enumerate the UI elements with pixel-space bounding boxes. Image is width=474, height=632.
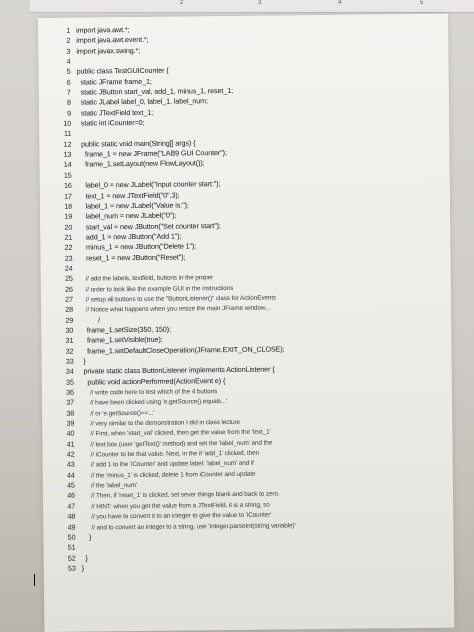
line-number: 36 [66, 387, 74, 397]
line-number: 5 [66, 67, 71, 77]
line-number: 17 [64, 191, 72, 201]
line-number: 1 [66, 25, 71, 35]
line-number: 27 [65, 294, 73, 304]
line-number: 10 [63, 118, 72, 128]
line-number: 53 [67, 563, 76, 573]
line-number: 6 [66, 77, 71, 87]
line-number: 50 [67, 532, 76, 542]
line-number: 34 [65, 366, 74, 377]
line-number: 12 [63, 139, 72, 149]
line-number: 52 [67, 553, 76, 563]
line-number: 45 [67, 480, 75, 490]
line-number: 39 [66, 418, 75, 428]
line-number: 8 [66, 98, 71, 108]
code-text: import java.awt.*; [76, 25, 130, 35]
line-number: 30 [65, 325, 74, 335]
code-text: } [81, 553, 88, 563]
line-number: 11 [63, 129, 72, 139]
code-text: / [79, 314, 101, 325]
line-number: 28 [65, 304, 74, 315]
ruler-tick: 5 [420, 0, 424, 6]
line-number: 47 [67, 501, 76, 511]
line-number: 29 [65, 315, 74, 325]
ruler-tick: 4 [338, 0, 342, 6]
line-number: 4 [66, 56, 71, 66]
line-number: 26 [64, 284, 73, 294]
line-number: 32 [65, 346, 74, 356]
line-number: 13 [63, 149, 72, 159]
line-number: 21 [64, 232, 73, 242]
line-number: 19 [64, 211, 73, 221]
line-number: 20 [64, 222, 73, 232]
line-number: 7 [66, 87, 71, 97]
line-number: 2 [66, 36, 71, 46]
line-number: 14 [63, 160, 72, 170]
line-number: 22 [64, 242, 73, 252]
line-number: 15 [63, 170, 72, 180]
line-number: 44 [66, 470, 75, 480]
ruler-tick: 3 [258, 0, 262, 6]
line-number: 41 [66, 439, 75, 449]
code-text: import java.awt.event.*; [76, 35, 149, 45]
ruler-bar: 2 3 4 5 [30, 0, 474, 13]
code-text: } [81, 532, 92, 542]
line-number: 24 [64, 263, 73, 273]
line-number: 49 [67, 522, 76, 532]
line-number: 33 [65, 356, 74, 366]
line-number: 31 [65, 335, 74, 346]
line-number: 35 [65, 377, 74, 387]
line-number: 25 [64, 273, 73, 283]
line-number: 40 [66, 429, 75, 439]
line-number: 9 [67, 108, 72, 118]
line-number: 16 [63, 180, 72, 190]
line-number: 37 [66, 398, 75, 408]
text-cursor [34, 574, 35, 586]
line-number: 43 [66, 460, 75, 470]
ruler-tick: 2 [180, 0, 184, 6]
line-number: 46 [67, 491, 76, 501]
line-number: 42 [66, 449, 75, 459]
code-text: } [79, 356, 86, 366]
line-number: 23 [64, 253, 73, 263]
line-number: 48 [67, 511, 76, 521]
code-listing: 1 import java.awt.*; 2 import java.awt.even… [52, 22, 448, 574]
code-text: static int iCounter=0; [77, 117, 145, 128]
document-page[interactable]: 1 import java.awt.*; 2 import java.awt.even… [38, 13, 455, 632]
line-number: 38 [66, 408, 75, 418]
line-number: 3 [66, 46, 71, 56]
line-number: 51 [67, 542, 76, 552]
code-text: } [81, 563, 85, 573]
line-number: 18 [64, 201, 73, 211]
code-text: import javax.swing.*; [76, 45, 141, 56]
